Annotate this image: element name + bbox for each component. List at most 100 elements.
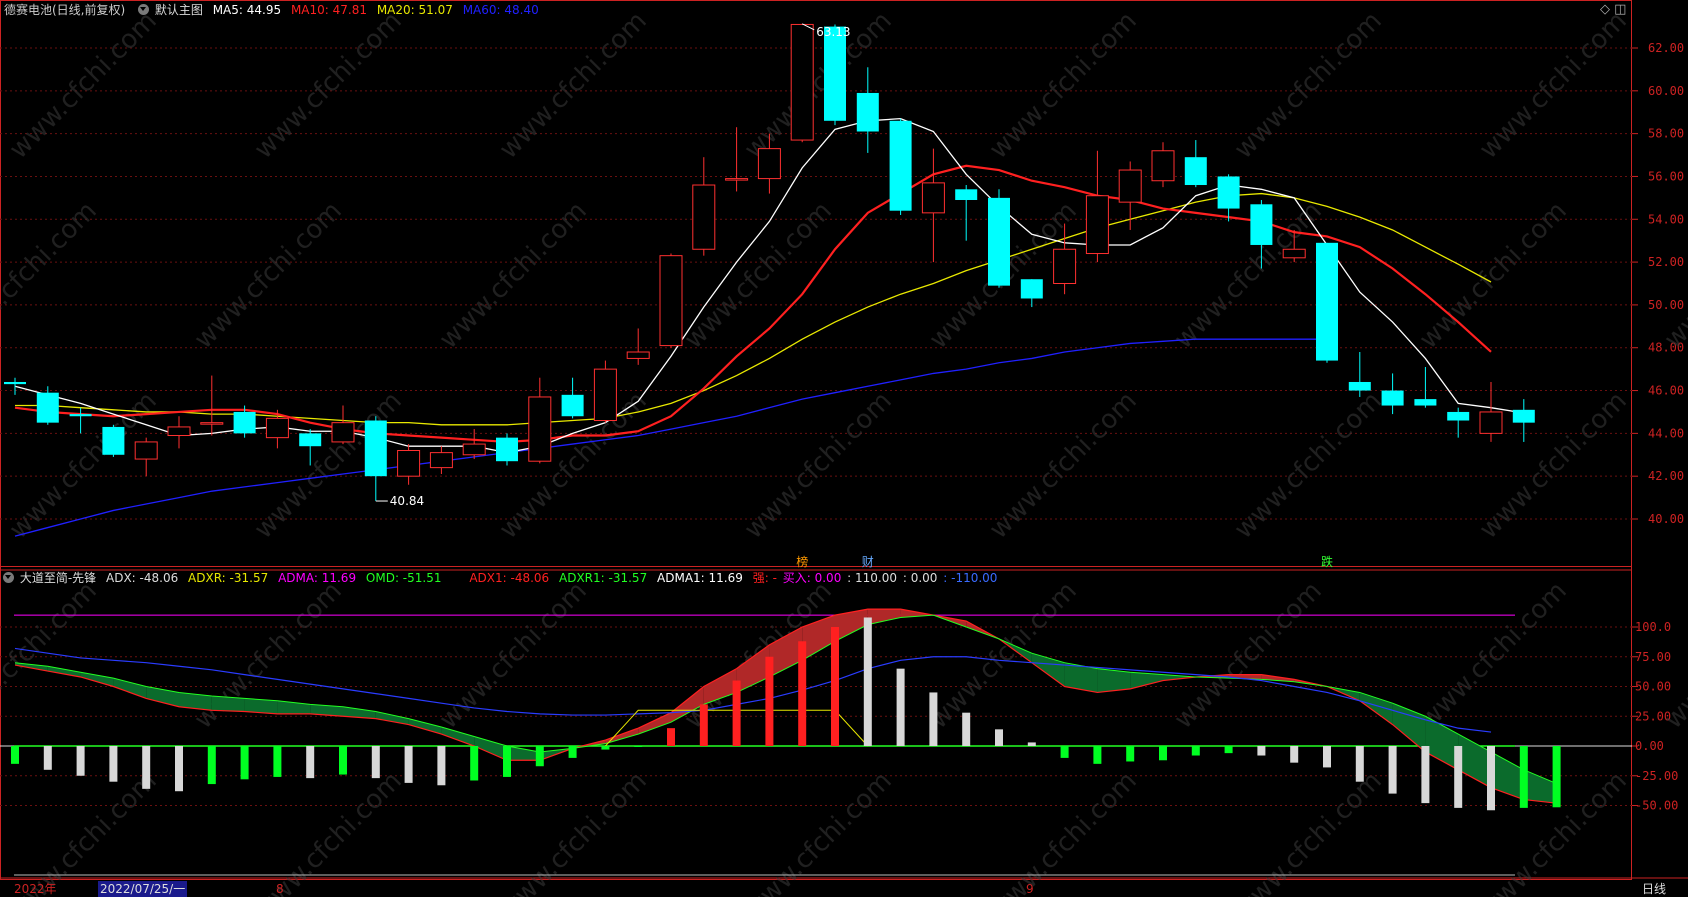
indicator-bar	[1519, 746, 1528, 808]
indicator-axis-label: -50.00	[1635, 799, 1678, 813]
price-axis-label: 56.00	[1648, 169, 1684, 183]
watermark-text: www.cfchi.com	[0, 576, 103, 735]
candle-body-down	[1184, 157, 1207, 186]
watermark-text: www.cfchi.com	[189, 196, 348, 355]
price-axis-label: 60.00	[1648, 84, 1684, 98]
ma10-value: MA10: 47.81	[290, 3, 367, 17]
candle-body-up	[1151, 150, 1175, 182]
stock-chart-canvas[interactable]: 62.0060.0058.0056.0054.0052.0050.0048.00…	[0, 0, 1688, 897]
candle-body-up	[790, 23, 814, 141]
watermark-text: www.cfchi.com	[1474, 6, 1633, 165]
main-chart-menu-icon[interactable]	[138, 4, 150, 15]
period-label[interactable]: 日线	[1642, 881, 1666, 897]
indicator-bar	[1454, 746, 1463, 808]
indicator-bar	[1421, 746, 1430, 804]
chart-window-icons[interactable]: ◇ ◫	[1600, 2, 1626, 17]
watermark-text: www.cfchi.com	[1414, 196, 1573, 355]
candle-body-up	[167, 426, 191, 437]
indicator-bar	[306, 746, 315, 779]
candle-body-up	[626, 351, 650, 359]
indicator-menu-icon[interactable]	[3, 572, 14, 583]
indicator-bar	[1191, 746, 1200, 756]
ma60-value: MA60: 48.40	[462, 3, 539, 17]
main-chart-label[interactable]: 默认主图	[155, 3, 203, 17]
candle-body-up	[462, 443, 486, 456]
candle-body-up	[331, 422, 355, 443]
indicator-bar	[1027, 742, 1036, 746]
indicator-bar	[240, 746, 249, 780]
candle-body-up	[725, 178, 749, 181]
ma60-line	[14, 338, 1327, 537]
indicator-bar	[1060, 746, 1069, 758]
ma5-value: MA5: 44.95	[212, 3, 282, 17]
candle-body-down	[364, 420, 387, 477]
watermark-text: www.cfchi.com	[494, 6, 653, 165]
price-axis-label: 40.00	[1648, 512, 1684, 526]
main-chart-header: 德赛电池(日线,前复权) 默认主图 MA5: 44.95 MA10: 47.81…	[0, 0, 545, 20]
candle-body-down	[233, 411, 256, 434]
price-axis-label: 58.00	[1648, 127, 1684, 141]
indicator-bar	[1224, 746, 1233, 754]
indicator-bar	[1355, 746, 1364, 782]
watermark-text: www.cfchi.com	[1229, 6, 1388, 165]
candle-body-down	[299, 433, 322, 447]
indicator-bar	[995, 729, 1003, 746]
candle-body-up	[1282, 248, 1306, 259]
indicator-bar	[1388, 746, 1397, 794]
indicator-bar	[470, 746, 479, 781]
trend-band-segment	[1523, 769, 1557, 804]
price-axis-label: 52.00	[1648, 255, 1684, 269]
price-axis-label: 44.00	[1648, 426, 1684, 440]
watermark-text: www.cfchi.com	[984, 6, 1143, 165]
candle-body-up	[757, 148, 781, 180]
indicator-bar	[535, 746, 544, 767]
strong-value: 强: -	[752, 571, 777, 585]
watermark-text: www.cfchi.com	[1229, 766, 1388, 897]
watermark-text: www.cfchi.com	[1474, 386, 1633, 545]
candle-body-down	[1316, 242, 1338, 361]
candle-body-up	[1085, 195, 1109, 255]
candle-body-up	[429, 452, 453, 469]
price-axis-label: 54.00	[1648, 212, 1684, 226]
indicator-axis-label: 50.00	[1635, 680, 1671, 694]
watermark-text: www.cfchi.com	[739, 766, 898, 897]
indicator-bar	[175, 746, 183, 792]
indicator-axis-label: 0.00	[1635, 739, 1664, 753]
indicator-bar	[831, 627, 839, 746]
candle-body-up	[397, 449, 421, 477]
adma-value: ADMA: 11.69	[278, 571, 357, 585]
buy-value: 买入: 0.00	[782, 571, 842, 585]
candle-body-up	[1053, 248, 1077, 284]
indicator-bar	[634, 746, 643, 747]
indicator-bar	[1552, 746, 1561, 808]
candle-body-up	[134, 441, 158, 460]
level-0-value: : 0.00	[902, 571, 938, 585]
candle-body-down	[102, 426, 125, 455]
candle-body-up	[921, 182, 945, 214]
watermark-text: www.cfchi.com	[4, 766, 163, 897]
level-neg110-value: : -110.00	[943, 571, 998, 585]
watermark-text: www.cfchi.com	[1414, 576, 1573, 735]
indicator-bar	[962, 712, 971, 746]
indicator-bar	[371, 746, 380, 779]
candle-body-down	[889, 120, 912, 211]
indicator-bar	[1126, 746, 1135, 762]
indicator-name[interactable]: 大道至简-先锋	[20, 571, 96, 585]
indicator-bar	[896, 668, 905, 746]
indicator-bar	[798, 641, 807, 746]
watermark-text: www.cfchi.com	[434, 576, 593, 735]
candle-body-up	[528, 396, 552, 462]
candle-body-down	[1447, 411, 1470, 421]
watermark-text: www.cfchi.com	[434, 196, 593, 355]
candle-body-up	[1479, 411, 1503, 434]
indicator-bar	[404, 746, 413, 783]
candle-body-down	[1348, 381, 1371, 391]
indicator-bar	[1257, 746, 1266, 756]
month-9-label: 9	[1026, 882, 1034, 896]
adxr1-value: ADXR1: -31.57	[559, 571, 648, 585]
marker-bang: 榜	[796, 554, 808, 569]
indicator-bar	[929, 692, 938, 746]
candle-body-down	[4, 381, 26, 385]
stock-title[interactable]: 德赛电池(日线,前复权)	[4, 3, 125, 17]
indicator-bar	[437, 746, 446, 786]
